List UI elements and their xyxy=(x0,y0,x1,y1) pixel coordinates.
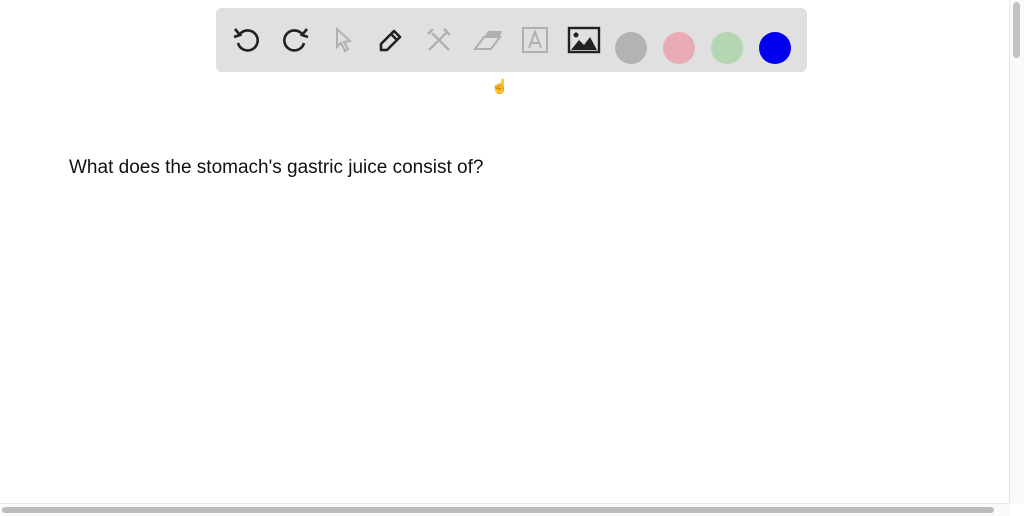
undo-button[interactable] xyxy=(231,24,263,56)
text-icon xyxy=(522,27,548,53)
color-pink-swatch[interactable] xyxy=(663,32,695,64)
hand-cursor-icon: ☝ xyxy=(491,78,509,94)
horizontal-scroll-thumb[interactable] xyxy=(2,507,994,513)
horizontal-scrollbar[interactable] xyxy=(0,503,1010,516)
tools-icon xyxy=(427,28,451,51)
color-blue-swatch[interactable] xyxy=(759,32,791,64)
pen-button[interactable] xyxy=(375,24,407,56)
color-green-swatch[interactable] xyxy=(711,32,743,64)
eraser-button[interactable] xyxy=(471,24,503,56)
redo-icon xyxy=(283,28,309,52)
pen-icon xyxy=(379,29,402,52)
image-button[interactable] xyxy=(566,24,602,56)
pointer-icon xyxy=(336,26,353,53)
text-button[interactable] xyxy=(519,24,551,56)
tools-button[interactable] xyxy=(423,24,455,56)
question-text: What does the stomach's gastric juice co… xyxy=(69,157,484,178)
undo-icon xyxy=(233,28,259,52)
redo-button[interactable] xyxy=(279,24,311,56)
image-icon xyxy=(567,26,601,54)
select-button[interactable] xyxy=(327,24,359,56)
vertical-scrollbar[interactable] xyxy=(1009,0,1024,504)
color-gray-swatch[interactable] xyxy=(615,32,647,64)
vertical-scroll-thumb[interactable] xyxy=(1013,2,1020,58)
eraser-icon xyxy=(473,31,502,50)
drawing-toolbar xyxy=(216,8,807,72)
